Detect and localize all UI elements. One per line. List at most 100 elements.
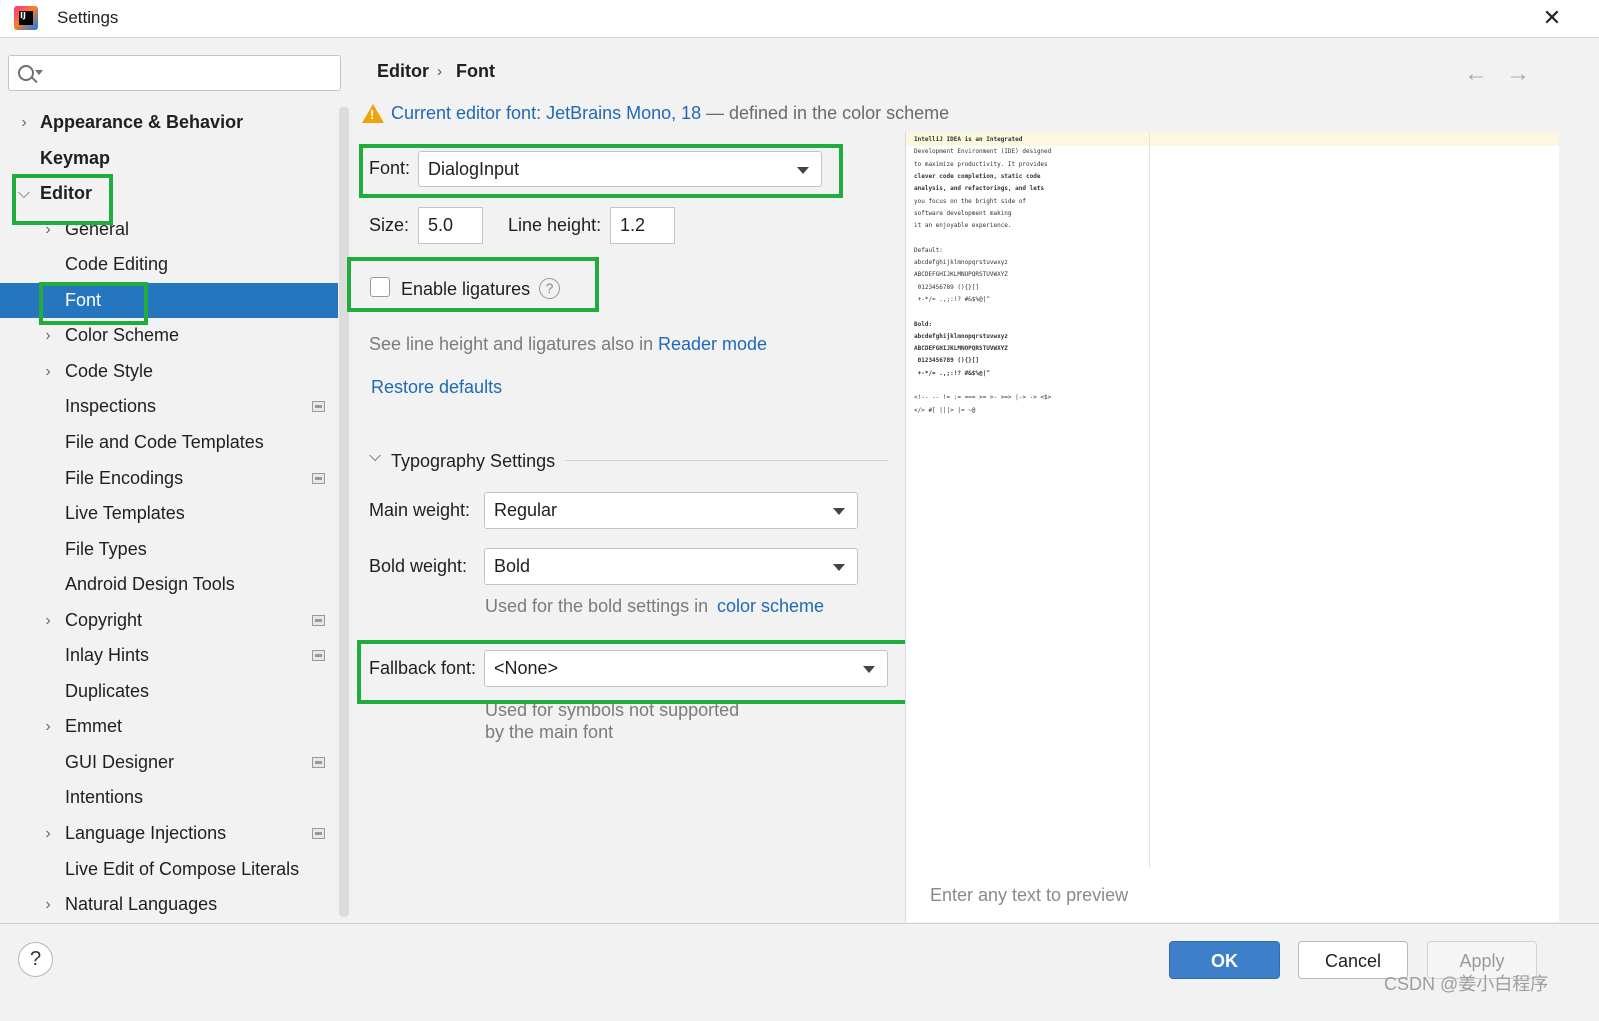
sidebar-item-label: Live Templates: [65, 503, 185, 523]
sidebar-item-natural-languages[interactable]: › Natural Languages: [0, 887, 338, 922]
size-input[interactable]: 5.0: [418, 207, 483, 244]
chevron-right-icon[interactable]: ›: [41, 709, 55, 744]
ok-button[interactable]: OK: [1169, 941, 1280, 979]
search-input[interactable]: [8, 55, 341, 91]
chevron-right-icon[interactable]: ›: [41, 816, 55, 851]
sidebar-scrollbar[interactable]: [339, 107, 349, 917]
font-combobox[interactable]: DialogInput: [418, 151, 822, 187]
fallback-hint-line-1: Used for symbols not supported: [485, 700, 740, 720]
breadcrumb-current: Font: [456, 61, 495, 81]
sidebar-item-inspections[interactable]: Inspections: [0, 389, 338, 424]
sidebar-item-label: Live Edit of Compose Literals: [65, 859, 300, 879]
warning-icon: [362, 104, 384, 123]
preview-line: Default:: [914, 246, 943, 254]
preview-line: it an enjoyable experience.: [914, 222, 1012, 230]
chevron-right-icon[interactable]: ›: [17, 105, 31, 140]
sidebar-item-live-edit-of-compose-literals[interactable]: Live Edit of Compose Literals: [0, 852, 338, 887]
enable-ligatures-checkbox[interactable]: [370, 277, 390, 297]
watermark: CSDN @姜小白程序: [1384, 974, 1549, 994]
enable-ligatures-label[interactable]: Enable ligatures: [401, 279, 530, 300]
help-icon[interactable]: ?: [539, 278, 560, 299]
color-scheme-link[interactable]: color scheme: [717, 596, 824, 617]
preview-line: abcdefghijklmnopqrstuvwxyz: [914, 332, 1008, 340]
sidebar-item-language-injections[interactable]: › Language Injections: [0, 816, 338, 851]
sidebar-item-inlay-hints[interactable]: Inlay Hints: [0, 638, 338, 673]
size-label: Size:: [369, 215, 410, 235]
sidebar-item-code-editing[interactable]: Code Editing: [0, 247, 338, 282]
sidebar-item-label: File and Code Templates: [65, 432, 264, 452]
chevron-right-icon[interactable]: ›: [41, 887, 55, 922]
project-scope-icon: [312, 757, 325, 768]
sidebar-item-live-templates[interactable]: Live Templates: [0, 496, 338, 531]
sidebar-item-intentions[interactable]: Intentions: [0, 780, 338, 815]
chevron-down-icon[interactable]: ⌵: [369, 448, 381, 466]
search-history-dropdown-icon[interactable]: [35, 70, 43, 75]
preview-line: +-*/= .,;:!? #&$%@|^: [914, 369, 990, 377]
chevron-right-icon[interactable]: ›: [41, 354, 55, 389]
font-preview-editor[interactable]: [905, 132, 1559, 922]
preview-line: Bold:: [914, 320, 933, 328]
fallback-font-combobox[interactable]: <None>: [484, 650, 888, 687]
sidebar-item-label: File Types: [65, 539, 147, 559]
help-button[interactable]: ?: [18, 942, 53, 977]
main-weight-label: Main weight:: [369, 500, 471, 520]
sidebar-item-file-encodings[interactable]: File Encodings: [0, 461, 338, 496]
reader-mode-link[interactable]: Reader mode: [658, 334, 767, 355]
reader-mode-hint: See line height and ligatures also in: [369, 334, 654, 354]
project-scope-icon: [312, 650, 325, 661]
window-title: Settings: [57, 8, 119, 27]
main-scrollbar[interactable]: [1560, 39, 1599, 923]
sidebar-item-android-design-tools[interactable]: Android Design Tools: [0, 567, 338, 602]
preview-line: +-*/= .,;:!? #&$%@|^: [914, 295, 990, 303]
bold-weight-label: Bold weight:: [369, 556, 468, 576]
breadcrumb-separator: ›: [437, 63, 442, 80]
sidebar-item-code-style[interactable]: › Code Style: [0, 354, 338, 389]
typography-section-title[interactable]: Typography Settings: [391, 451, 555, 472]
preview-line: clever code completion, static code: [914, 172, 1041, 180]
line-height-input[interactable]: 1.2: [610, 207, 675, 244]
sidebar-item-keymap[interactable]: Keymap: [0, 141, 338, 176]
sidebar-item-label: Inlay Hints: [65, 645, 150, 665]
sidebar-item-appearance-behavior[interactable]: › Appearance & Behavior: [0, 105, 338, 140]
breadcrumb-parent[interactable]: Editor: [377, 61, 429, 82]
section-divider: [565, 460, 888, 461]
title-bar: [0, 0, 1599, 38]
sidebar-item-label: Language Injections: [65, 823, 227, 843]
sidebar-item-duplicates[interactable]: Duplicates: [0, 674, 338, 709]
fallback-font-value: <None>: [494, 658, 559, 678]
preview-line: IntelliJ IDEA is an Integrated: [914, 136, 1023, 143]
sidebar-item-label: Code Editing: [65, 254, 169, 274]
restore-defaults-link[interactable]: Restore defaults: [371, 377, 502, 398]
sidebar-item-emmet[interactable]: › Emmet: [0, 709, 338, 744]
chevron-right-icon[interactable]: ›: [41, 603, 55, 638]
preview-line: Development Environment (IDE) designed: [914, 148, 1052, 156]
bold-weight-hint: Used for the bold settings in: [485, 596, 709, 616]
close-icon[interactable]: ✕: [1538, 4, 1566, 32]
forward-arrow-icon[interactable]: →: [1506, 60, 1530, 88]
project-scope-icon: [312, 473, 325, 484]
sidebar-item-label: GUI Designer: [65, 752, 175, 772]
chevron-down-icon: [833, 564, 845, 571]
preview-line: you focus on the bright side of: [914, 197, 1026, 205]
preview-line: </> #[ |||> |= ~@: [914, 406, 976, 414]
preview-line: to maximize productivity. It provides: [914, 160, 1048, 168]
intellij-app-icon: IJ: [14, 6, 38, 30]
bold-weight-value: Bold: [494, 556, 531, 576]
preview-line: ABCDEFGHIJKLMNOPQRSTUVWXYZ: [914, 271, 1008, 279]
project-scope-icon: [312, 401, 325, 412]
chevron-down-icon: [863, 666, 875, 673]
main-weight-combobox[interactable]: Regular: [484, 492, 858, 529]
current-font-link[interactable]: Current editor font: JetBrains Mono, 18: [391, 103, 701, 124]
preview-placeholder: Enter any text to preview: [930, 885, 1129, 905]
search-icon: [18, 65, 34, 81]
preview-line: analysis, and refactorings, and lets: [914, 185, 1045, 193]
sidebar-item-file-types[interactable]: File Types: [0, 532, 338, 567]
bold-weight-combobox[interactable]: Bold: [484, 548, 858, 585]
sidebar-item-file-and-code-templates[interactable]: File and Code Templates: [0, 425, 338, 460]
sidebar-item-label: Intentions: [65, 787, 144, 807]
sidebar-item-gui-designer[interactable]: GUI Designer: [0, 745, 338, 780]
fallback-font-label: Fallback font:: [369, 658, 477, 678]
sidebar-item-copyright[interactable]: › Copyright: [0, 603, 338, 638]
sidebar-item-label: Natural Languages: [65, 894, 218, 914]
back-arrow-icon[interactable]: ←: [1464, 60, 1488, 88]
